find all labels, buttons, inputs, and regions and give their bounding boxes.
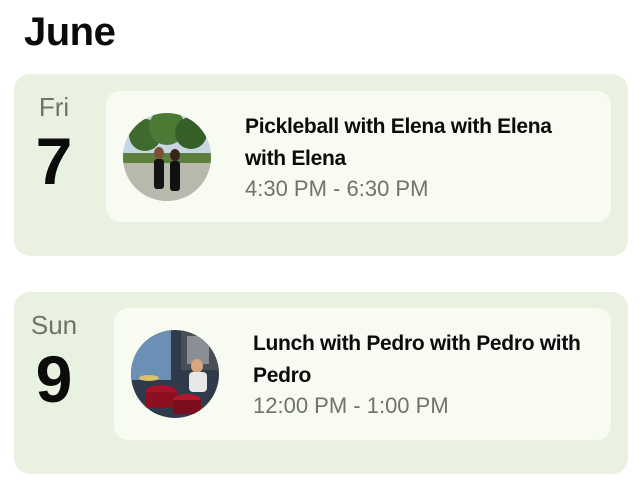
weekday-label: Fri [38,92,70,122]
event-text: Pickleball with Elena with Elena with El… [245,111,595,203]
day-group: Sun 9 Lunch with Pedro with Pedro with P… [14,292,628,474]
photo-man-at-drum-kit-icon [131,330,219,418]
photo-two-women-outdoors-icon [123,113,211,201]
day-group: Fri 7 Pickleball with Elena with Elena w… [14,74,628,256]
event-text: Lunch with Pedro with Pedro with Pedro 1… [253,328,593,420]
day-number: 7 [35,124,73,198]
event-time: 4:30 PM - 6:30 PM [245,176,429,201]
event-title: Pickleball with Elena with Elena with El… [245,115,552,170]
event-card[interactable]: Lunch with Pedro with Pedro with Pedro 1… [114,308,611,440]
date-column: Sun 9 [14,292,94,474]
event-time: 12:00 PM - 1:00 PM [253,393,449,418]
weekday-label: Sun [30,310,78,340]
event-avatar [123,113,211,201]
date-column: Fri 7 [14,74,94,256]
event-card[interactable]: Pickleball with Elena with Elena with El… [106,91,611,222]
event-avatar [131,330,219,418]
month-title: June [24,10,116,54]
day-number: 9 [35,342,73,416]
event-title: Lunch with Pedro with Pedro with Pedro [253,332,581,387]
